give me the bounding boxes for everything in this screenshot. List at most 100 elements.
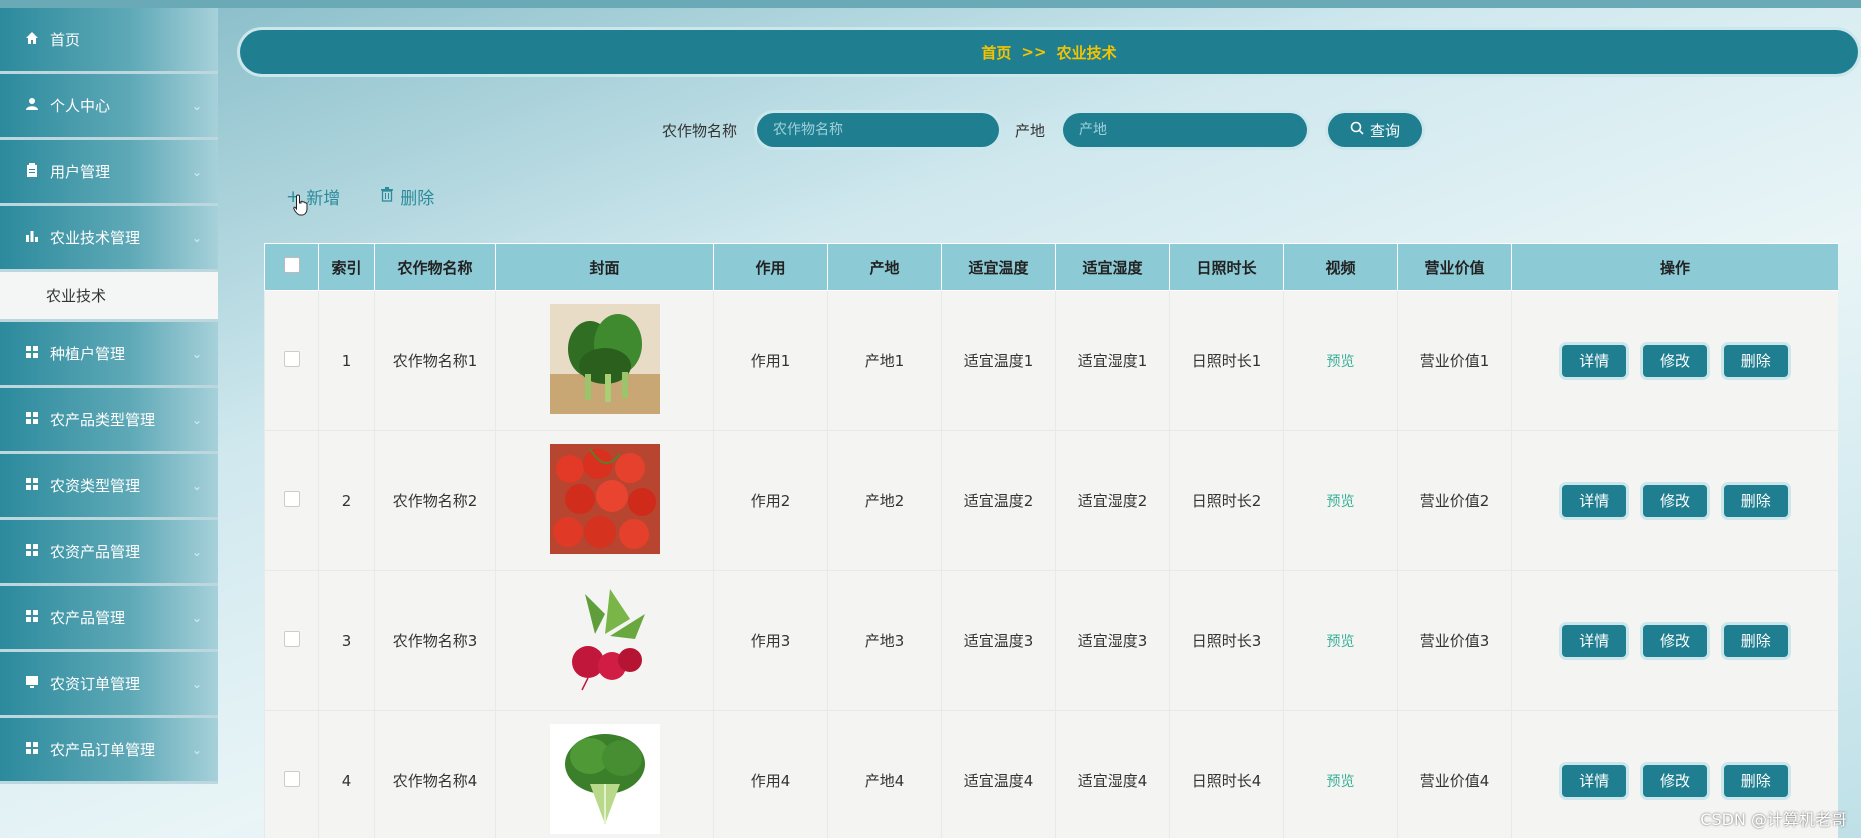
sidebar-item-supply-type-management[interactable]: 农资类型管理 ⌄ (0, 454, 218, 520)
delete-button[interactable]: 删除 (1723, 344, 1788, 377)
crop-name-label: 农作物名称 (662, 122, 738, 140)
origin-label: 产地 (1015, 122, 1046, 140)
chevron-down-icon: ⌄ (191, 412, 202, 427)
video-cell: 预览 (1283, 570, 1398, 711)
detail-button[interactable]: 详情 (1562, 484, 1627, 517)
temperature-cell: 适宜温度4 (941, 710, 1056, 838)
batch-delete-button[interactable]: 删除 (380, 184, 434, 209)
sidebar-item-label: 农产品类型管理 (50, 411, 156, 429)
cover-cell (495, 710, 714, 838)
chevron-down-icon: ⌄ (191, 164, 202, 179)
video-cell: 预览 (1283, 290, 1398, 431)
detail-button[interactable]: 详情 (1562, 624, 1627, 657)
chevron-down-icon: ⌄ (191, 544, 202, 559)
edit-button[interactable]: 修改 (1643, 484, 1707, 517)
edit-button[interactable]: 修改 (1643, 624, 1707, 657)
crop-name-cell: 农作物名称4 (374, 710, 496, 838)
sidebar-item-label: 农产品订单管理 (50, 741, 156, 759)
sidebar-item-grower-management[interactable]: 种植户管理 ⌄ (0, 322, 218, 388)
chevron-down-icon: ⌄ (191, 346, 202, 361)
index-cell: 1 (318, 290, 375, 431)
sidebar-item-product-type-management[interactable]: 农产品类型管理 ⌄ (0, 388, 218, 454)
row-checkbox[interactable] (283, 770, 300, 787)
trash-icon (380, 186, 394, 207)
sidebar-item-label: 用户管理 (50, 163, 111, 181)
video-preview-link[interactable]: 预览 (1327, 494, 1355, 510)
humidity-cell: 适宜湿度3 (1055, 570, 1170, 711)
sidebar-item-label: 农资产品管理 (50, 543, 141, 561)
chevron-down-icon: ⌄ (191, 478, 202, 493)
green-vegetable-image (549, 303, 660, 414)
breadcrumb-home[interactable]: 首页 (981, 42, 1011, 63)
delete-button[interactable]: 删除 (1723, 484, 1788, 517)
column-header: 适宜温度 (941, 243, 1056, 291)
sunlight-cell: 日照时长3 (1169, 570, 1284, 711)
video-preview-link[interactable]: 预览 (1327, 354, 1355, 370)
query-button[interactable]: 查询 (1328, 113, 1422, 147)
origin-input[interactable] (1063, 113, 1307, 147)
table-row: 2 农作物名称2 作用2 产地2 适宜温度2 适宜湿度2 日照时长2 预览 营业… (264, 430, 1838, 571)
top-strip (0, 0, 1861, 8)
sidebar-item-supply-product-management[interactable]: 农资产品管理 ⌄ (0, 520, 218, 586)
value-cell: 营业价值2 (1397, 430, 1512, 571)
row-checkbox[interactable] (283, 490, 300, 507)
row-checkbox[interactable] (283, 350, 300, 367)
video-cell: 预览 (1283, 430, 1398, 571)
cover-cell (495, 430, 714, 571)
sidebar-subitem-agri-tech[interactable]: 农业技术 (0, 272, 218, 322)
origin-cell: 产地2 (827, 430, 942, 571)
cover-cell (495, 290, 714, 431)
chevron-down-icon: ⌄ (191, 742, 202, 757)
row-checkbox[interactable] (283, 630, 300, 647)
sidebar-item-product-order-management[interactable]: 农产品订单管理 ⌄ (0, 718, 218, 784)
row-checkbox-cell (264, 570, 319, 711)
sidebar-item-home[interactable]: 首页 (0, 8, 218, 74)
grid-icon (24, 345, 40, 363)
bar-chart-icon (24, 229, 40, 247)
column-header: 作用 (713, 243, 828, 291)
breadcrumb-separator: >> (1021, 43, 1047, 61)
column-header: 适宜湿度 (1055, 243, 1170, 291)
sidebar-item-supply-order-management[interactable]: 农资订单管理 ⌄ (0, 652, 218, 718)
temperature-cell: 适宜温度3 (941, 570, 1056, 711)
video-preview-link[interactable]: 预览 (1327, 774, 1355, 790)
chevron-down-icon: ⌄ (191, 676, 202, 691)
sidebar-item-label: 农资类型管理 (50, 477, 141, 495)
select-all-checkbox[interactable] (283, 257, 300, 273)
cherry-tomatoes-image (549, 443, 660, 554)
edit-button[interactable]: 修改 (1643, 344, 1707, 377)
grid-icon (24, 477, 40, 495)
humidity-cell: 适宜湿度1 (1055, 290, 1170, 431)
effect-cell: 作用4 (713, 710, 828, 838)
delete-button[interactable]: 删除 (1723, 624, 1788, 657)
grid-icon (24, 741, 40, 759)
crop-name-cell: 农作物名称1 (374, 290, 496, 431)
search-bar: 农作物名称 产地 查询 (0, 110, 1861, 150)
lettuce-image (549, 723, 660, 834)
sidebar-subitem-label: 农业技术 (46, 287, 107, 305)
crop-name-input[interactable] (757, 113, 999, 147)
sunlight-cell: 日照时长1 (1169, 290, 1284, 431)
column-header: 操作 (1511, 243, 1838, 291)
add-button-label: 新增 (306, 189, 341, 209)
origin-cell: 产地4 (827, 710, 942, 838)
table-row: 1 农作物名称1 作用1 产地1 适宜温度1 适宜湿度1 日照时长1 预览 营业… (264, 290, 1838, 431)
effect-cell: 作用2 (713, 430, 828, 571)
delete-button[interactable]: 删除 (1723, 764, 1788, 797)
row-checkbox-cell (264, 710, 319, 838)
sidebar-item-label: 首页 (50, 31, 81, 49)
sidebar-item-agri-tech-management[interactable]: 农业技术管理 ⌄ (0, 206, 218, 272)
effect-cell: 作用1 (713, 290, 828, 431)
index-cell: 2 (318, 430, 375, 571)
edit-button[interactable]: 修改 (1643, 764, 1707, 797)
index-cell: 3 (318, 570, 375, 711)
select-all-cell (264, 243, 319, 291)
video-preview-link[interactable]: 预览 (1327, 634, 1355, 650)
query-button-label: 查询 (1369, 121, 1400, 140)
detail-button[interactable]: 详情 (1562, 764, 1627, 797)
detail-button[interactable]: 详情 (1562, 344, 1627, 377)
column-header: 视频 (1283, 243, 1398, 291)
sidebar-item-product-management[interactable]: 农产品管理 ⌄ (0, 586, 218, 652)
video-cell: 预览 (1283, 710, 1398, 838)
column-header: 索引 (318, 243, 375, 291)
